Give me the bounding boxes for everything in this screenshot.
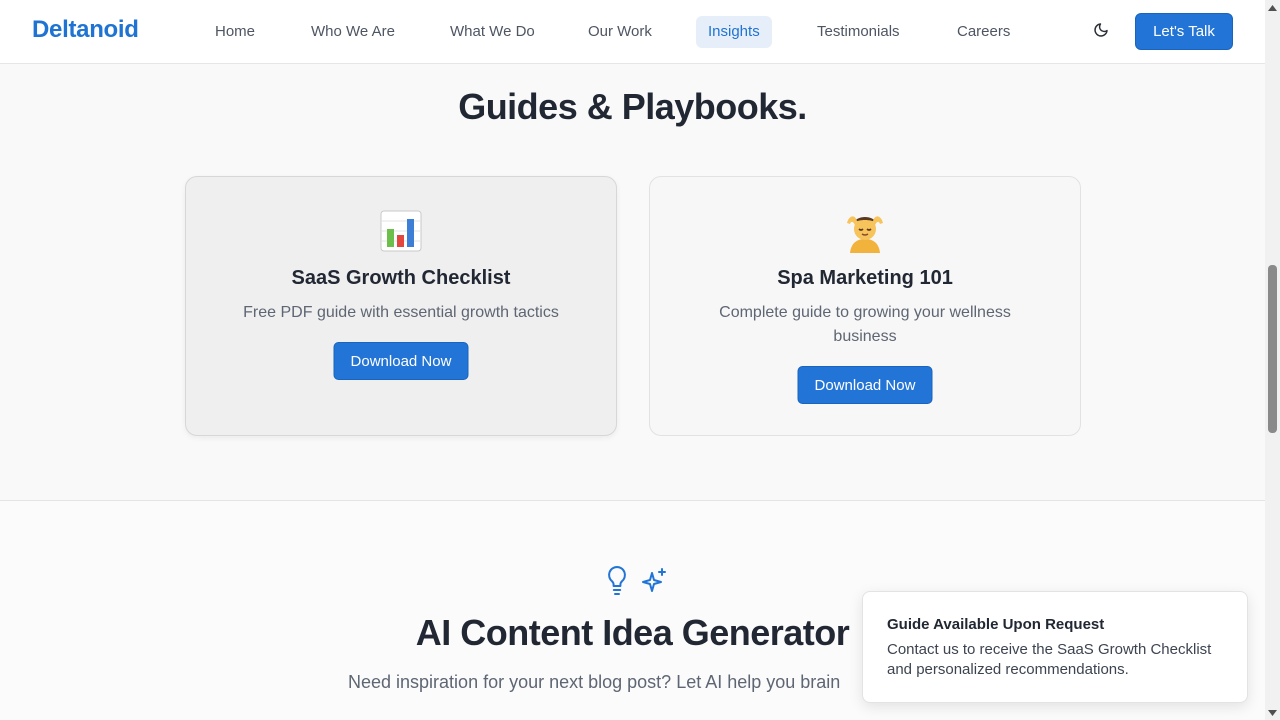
card-description: Complete guide to growing your wellness … — [719, 304, 1011, 345]
ai-generator-subtitle: Need inspiration for your next blog post… — [348, 672, 841, 692]
nav-insights[interactable]: Insights — [696, 16, 772, 48]
lightbulb-icon — [605, 565, 629, 597]
toast-body: Contact us to receive the SaaS Growth Ch… — [887, 641, 1212, 678]
ai-icons — [605, 565, 667, 597]
moon-icon — [1093, 22, 1109, 43]
scroll-down-arrow-icon[interactable] — [1265, 705, 1280, 720]
download-button[interactable]: Download Now — [333, 342, 469, 380]
card-description: Free PDF guide with essential growth tac… — [243, 304, 559, 321]
card-title: Spa Marketing 101 — [777, 267, 953, 289]
guide-card-spa[interactable]: Spa Marketing 101 Complete guide to grow… — [649, 176, 1081, 436]
guide-card-saas[interactable]: SaaS Growth Checklist Free PDF guide wit… — [185, 176, 617, 436]
lets-talk-button[interactable]: Let's Talk — [1135, 13, 1233, 50]
nav-our-work[interactable]: Our Work — [576, 16, 664, 48]
site-header: Deltanoid Home Who We Are What We Do Our… — [0, 0, 1265, 64]
nav-careers[interactable]: Careers — [945, 16, 1022, 48]
nav-testimonials[interactable]: Testimonials — [805, 16, 912, 48]
scrollbar-thumb[interactable] — [1268, 265, 1277, 433]
person-getting-massage-emoji — [650, 209, 1080, 253]
logo[interactable]: Deltanoid — [32, 16, 139, 44]
sparkles-icon — [641, 565, 667, 597]
nav-home[interactable]: Home — [203, 16, 267, 48]
nav-who-we-are[interactable]: Who We Are — [299, 16, 407, 48]
bar-chart-emoji — [186, 209, 616, 253]
card-title: SaaS Growth Checklist — [291, 267, 511, 289]
guides-title: Guides & Playbooks. — [458, 86, 807, 127]
toast-notification[interactable]: Guide Available Upon Request Contact us … — [862, 591, 1248, 703]
download-button[interactable]: Download Now — [797, 366, 933, 404]
page-scrollbar[interactable] — [1265, 0, 1280, 720]
scroll-up-arrow-icon[interactable] — [1265, 0, 1280, 15]
toast-title: Guide Available Upon Request — [887, 616, 1105, 633]
nav-what-we-do[interactable]: What We Do — [438, 16, 547, 48]
theme-toggle-button[interactable] — [1088, 18, 1114, 46]
